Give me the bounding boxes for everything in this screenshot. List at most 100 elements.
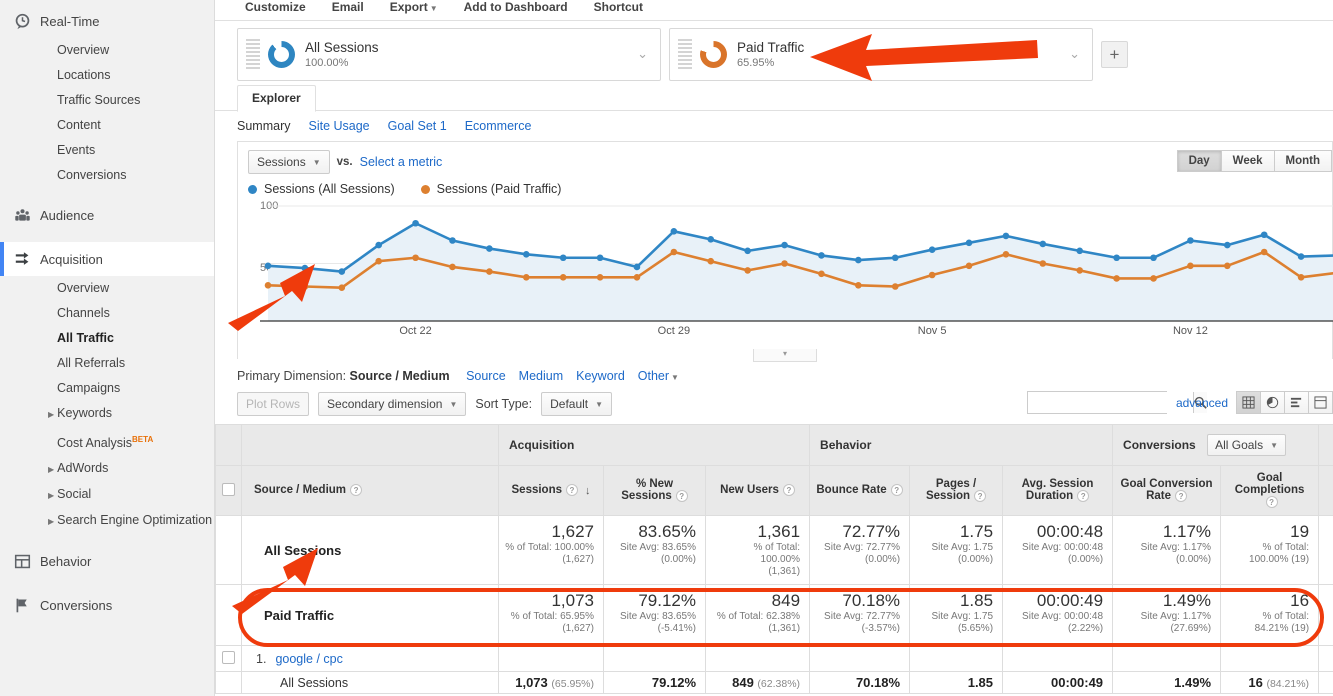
- table-row[interactable]: All Sessions 1,627 % of Total: 100.00% (…: [215, 515, 1333, 585]
- sidebar-item-audience[interactable]: Audience: [0, 198, 214, 232]
- sidebar-item-behavior[interactable]: Behavior: [0, 544, 214, 578]
- cell-value: 72.77%: [842, 522, 901, 541]
- add-segment-button[interactable]: +: [1101, 41, 1128, 68]
- tab-explorer[interactable]: Explorer: [237, 85, 316, 112]
- all-goals-select[interactable]: All Goals ▼: [1207, 434, 1287, 456]
- help-icon[interactable]: ?: [566, 484, 578, 497]
- table-view-icon[interactable]: [1236, 391, 1261, 414]
- checkbox-icon[interactable]: [222, 650, 235, 664]
- search-input[interactable]: [1027, 392, 1193, 413]
- column-goal-completions[interactable]: Goal Completions?: [1220, 465, 1320, 516]
- sidebar-item-campaigns[interactable]: Campaigns: [0, 376, 214, 401]
- subtab-goal-set-1[interactable]: Goal Set 1: [388, 119, 447, 133]
- select-all-checkbox-header[interactable]: [215, 465, 242, 516]
- sidebar-item-social[interactable]: ▶ Social: [0, 482, 214, 508]
- help-icon[interactable]: ?: [350, 484, 363, 497]
- toolbar-email-button[interactable]: Email: [332, 0, 364, 14]
- primary-dimension-other[interactable]: Other ▼: [638, 369, 679, 383]
- chevron-down-icon[interactable]: ⌄: [1069, 46, 1080, 62]
- column-new-users[interactable]: New Users?: [704, 465, 811, 516]
- column-goal-conversion-rate[interactable]: Goal Conversion Rate?: [1112, 465, 1222, 516]
- row-overflow: [1318, 584, 1333, 646]
- sidebar-item-acquisition[interactable]: Acquisition: [0, 242, 214, 276]
- toolbar-shortcut-button[interactable]: Shortcut: [594, 0, 643, 14]
- subtab-ecommerce[interactable]: Ecommerce: [465, 119, 532, 133]
- subtab-site-usage[interactable]: Site Usage: [308, 119, 369, 133]
- sidebar-item-label: Locations: [57, 68, 111, 82]
- sidebar-item-adwords[interactable]: ▶ AdWords: [0, 456, 214, 482]
- segment-card-all-sessions[interactable]: All Sessions 100.00% ⌄: [237, 28, 661, 81]
- secondary-dimension-button[interactable]: Secondary dimension ▼: [318, 392, 467, 416]
- sort-type-button[interactable]: Default ▼: [541, 392, 613, 416]
- column-source-medium[interactable]: Source / Medium?: [241, 465, 499, 516]
- sidebar-item-keywords[interactable]: ▶ Keywords: [0, 401, 214, 427]
- sidebar-item-all-traffic[interactable]: All Traffic: [0, 326, 214, 351]
- toolbar-customize-button[interactable]: Customize: [245, 0, 306, 14]
- column--new-sessions[interactable]: % New Sessions?: [603, 465, 706, 516]
- source-medium-link[interactable]: google / cpc: [275, 652, 342, 666]
- help-icon[interactable]: ?: [675, 490, 688, 503]
- granularity-day-button[interactable]: Day: [1176, 150, 1222, 172]
- legend-item-0[interactable]: Sessions (All Sessions): [248, 182, 395, 196]
- column-sessions[interactable]: Sessions? ↓: [498, 465, 604, 516]
- sidebar-item-conversions[interactable]: Conversions: [0, 588, 214, 622]
- checkbox-icon[interactable]: [222, 482, 235, 496]
- advanced-link[interactable]: advanced: [1176, 396, 1228, 410]
- table-row[interactable]: 1. google / cpc: [215, 645, 1333, 672]
- help-icon[interactable]: ?: [1265, 496, 1278, 509]
- sort-arrow-icon[interactable]: ↓: [585, 485, 591, 497]
- drag-handle-icon[interactable]: [246, 38, 260, 71]
- sort-type-value: Default: [550, 397, 589, 411]
- toolbar-add-to-dashboard-button[interactable]: Add to Dashboard: [464, 0, 568, 14]
- select-metric-link[interactable]: Select a metric: [360, 155, 443, 169]
- column-pages-session[interactable]: Pages / Session?: [909, 465, 1004, 516]
- sidebar-item-events[interactable]: Events: [0, 138, 214, 163]
- sidebar-item-conversions[interactable]: Conversions: [0, 163, 214, 188]
- legend-label: Sessions (All Sessions): [264, 182, 395, 196]
- help-icon[interactable]: ?: [1175, 490, 1188, 503]
- granularity-week-button[interactable]: Week: [1220, 150, 1275, 172]
- sidebar-item-channels[interactable]: Channels: [0, 301, 214, 326]
- table-row[interactable]: Paid Traffic 1,073 % of Total: 65.95% (1…: [215, 584, 1333, 646]
- sidebar-item-all-referrals[interactable]: All Referrals: [0, 351, 214, 376]
- help-icon[interactable]: ?: [974, 490, 987, 503]
- sidebar-item-overview[interactable]: Overview: [0, 276, 214, 301]
- sidebar-item-traffic-sources[interactable]: Traffic Sources: [0, 88, 214, 113]
- cell-subtext-1: % of Total: 65.95%: [510, 611, 594, 622]
- help-icon[interactable]: ?: [890, 484, 903, 497]
- primary-dimension-medium[interactable]: Medium: [519, 369, 563, 383]
- cell-subtext-2: (0.00%): [1068, 554, 1104, 565]
- chart-collapse-handle[interactable]: ▾: [238, 345, 1332, 362]
- chevron-down-icon[interactable]: ⌄: [637, 46, 648, 62]
- sidebar-item-locations[interactable]: Locations: [0, 63, 214, 88]
- metric-select-button[interactable]: Sessions ▼: [248, 150, 330, 174]
- help-icon[interactable]: ?: [1077, 490, 1090, 503]
- sidebar-item-search-engine-optimization[interactable]: ▶ Search Engine Optimization: [0, 508, 214, 534]
- sidebar-item-overview[interactable]: Overview: [0, 38, 214, 63]
- primary-dimension-keyword[interactable]: Keyword: [576, 369, 625, 383]
- toolbar-export-button[interactable]: Export ▼: [390, 0, 438, 14]
- plot-rows-button[interactable]: Plot Rows: [237, 392, 310, 416]
- table-column-header-row: Source / Medium? Sessions? ↓% New Sessions…: [215, 465, 1333, 516]
- acquisition-arrows-icon: [14, 250, 40, 268]
- row-checkbox-cell[interactable]: [215, 584, 242, 646]
- row-checkbox-cell[interactable]: [215, 515, 242, 585]
- drag-handle-icon[interactable]: [678, 38, 692, 71]
- bar-view-icon[interactable]: [1284, 391, 1309, 414]
- segment-card-paid-traffic[interactable]: Paid Traffic 65.95% ⌄: [669, 28, 1093, 81]
- row-checkbox-cell[interactable]: [215, 645, 242, 672]
- pie-view-icon[interactable]: [1260, 391, 1285, 414]
- subtab-summary[interactable]: Summary: [237, 119, 290, 133]
- primary-dimension-selected[interactable]: Source / Medium: [350, 369, 450, 383]
- legend-item-1[interactable]: Sessions (Paid Traffic): [420, 182, 561, 196]
- column-bounce-rate[interactable]: Bounce Rate?: [809, 465, 911, 516]
- sidebar-item-cost-analysis[interactable]: Cost AnalysisBETA: [0, 427, 214, 456]
- help-icon[interactable]: ?: [782, 484, 795, 497]
- column-avg-session-duration[interactable]: Avg. Session Duration?: [1002, 465, 1114, 516]
- granularity-month-button[interactable]: Month: [1273, 150, 1332, 172]
- sidebar-item-real-time[interactable]: Real-Time: [0, 4, 214, 38]
- sidebar-item-content[interactable]: Content: [0, 113, 214, 138]
- primary-dimension-source[interactable]: Source: [466, 369, 506, 383]
- pivot-view-icon[interactable]: [1308, 391, 1333, 414]
- search-box[interactable]: [1026, 391, 1207, 414]
